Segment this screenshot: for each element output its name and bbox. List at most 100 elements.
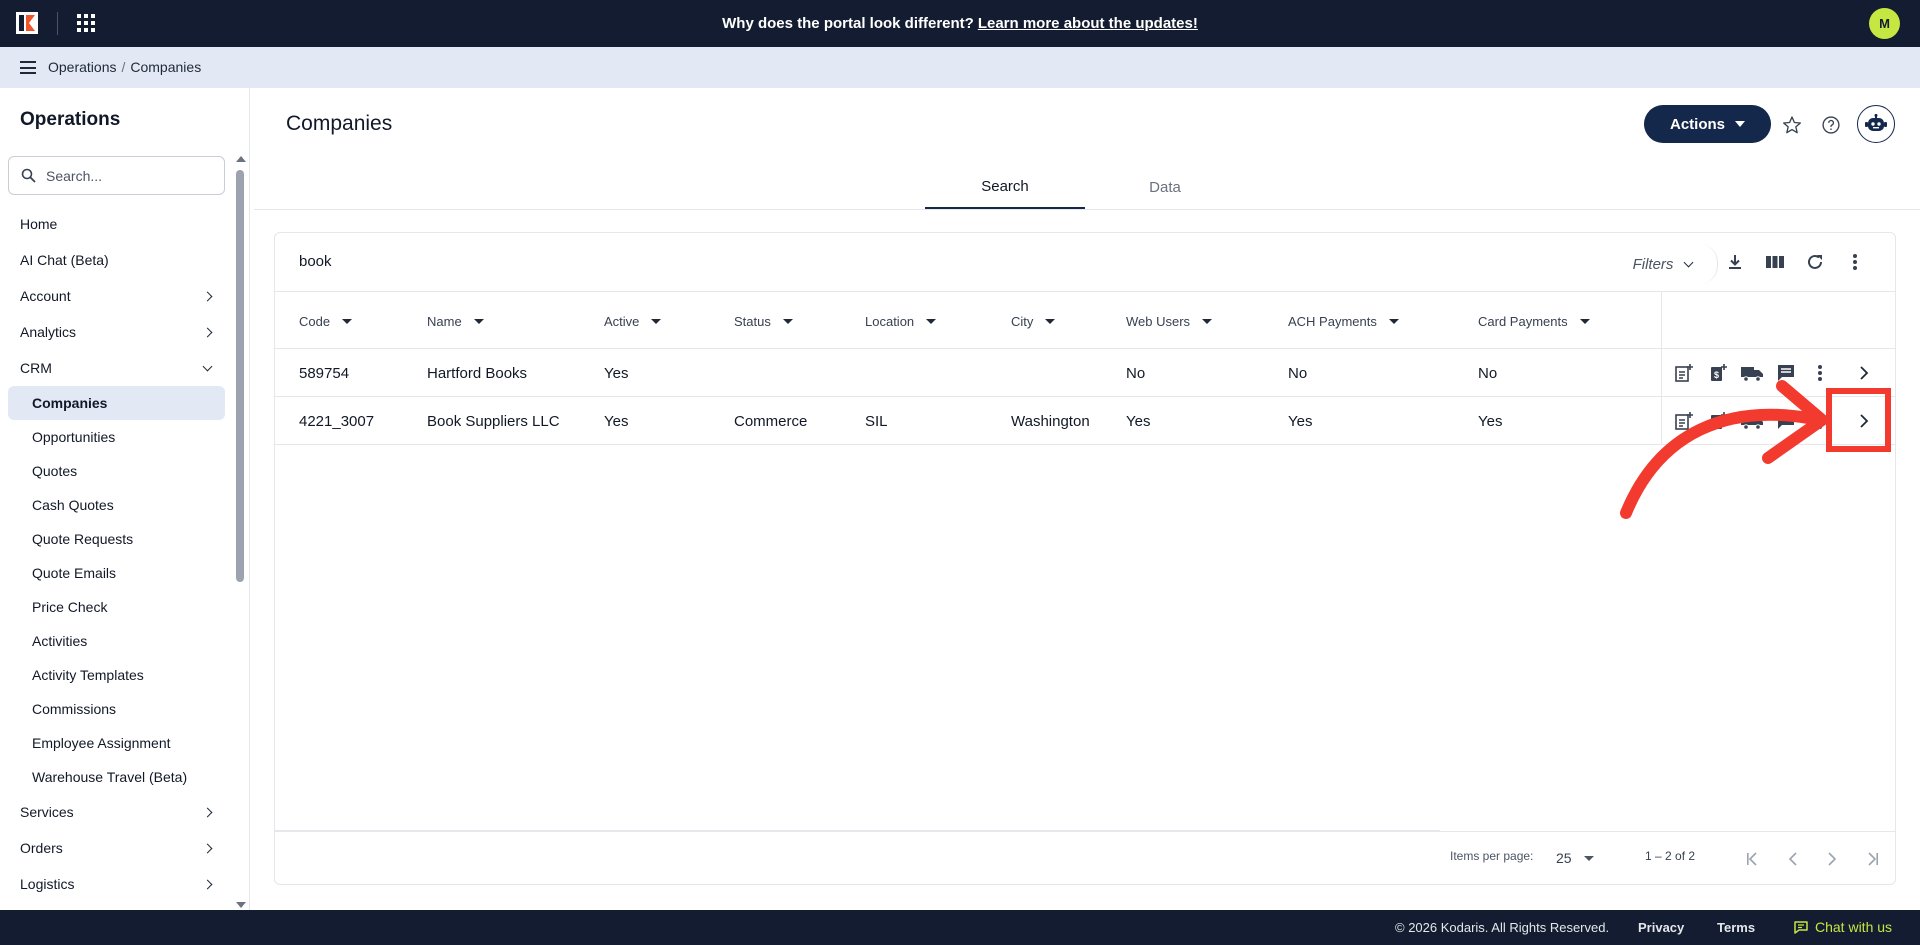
comment-icon[interactable]: [1773, 408, 1799, 434]
sidebar-item-companies[interactable]: Companies: [8, 386, 225, 420]
add-payment-icon[interactable]: $: [1705, 360, 1731, 386]
help-icon[interactable]: [1819, 113, 1843, 137]
chevron-right-icon[interactable]: [1851, 360, 1877, 386]
comment-icon[interactable]: [1773, 360, 1799, 386]
sidebar-item-commissions[interactable]: Commissions: [8, 692, 225, 726]
shipping-truck-icon[interactable]: [1739, 408, 1765, 434]
chat-with-us-button[interactable]: Chat with us: [1793, 919, 1892, 935]
banner-learn-more-link[interactable]: Learn more about the updates!: [978, 15, 1198, 32]
sidebar-item-ai-chat-beta[interactable]: AI Chat (Beta): [8, 242, 225, 278]
filters-dropdown[interactable]: Filters: [1608, 244, 1718, 284]
tab-data[interactable]: Data: [1085, 165, 1245, 209]
sidebar-item-account[interactable]: Account: [8, 278, 225, 314]
sidebar-item-analytics[interactable]: Analytics: [8, 314, 225, 350]
sidebar-item-cash-quotes[interactable]: Cash Quotes: [8, 488, 225, 522]
cell-ach-payments: No: [1288, 364, 1308, 382]
column-header-name[interactable]: Name: [427, 292, 484, 350]
terms-link[interactable]: Terms: [1717, 920, 1755, 935]
sidebar-item-activities[interactable]: Activities: [8, 624, 225, 658]
apps-grid-icon[interactable]: [77, 14, 95, 32]
table-row[interactable]: 589754 Hartford Books Yes No No No $: [275, 349, 1895, 397]
last-page-icon[interactable]: [1858, 845, 1886, 873]
column-header-ach-payments[interactable]: ACH Payments: [1288, 292, 1399, 350]
column-header-code[interactable]: Code: [299, 292, 353, 350]
sort-arrow-icon[interactable]: [1045, 318, 1056, 324]
svg-text:$: $: [1714, 370, 1719, 380]
column-header-active[interactable]: Active: [604, 292, 662, 350]
chevron-right-icon: [202, 807, 213, 817]
column-header-city[interactable]: City: [1011, 292, 1056, 350]
next-page-icon[interactable]: [1818, 845, 1846, 873]
sidebar-item-activity-templates[interactable]: Activity Templates: [8, 658, 225, 692]
sidebar-item-label: Analytics: [20, 324, 77, 340]
actions-button[interactable]: Actions: [1644, 105, 1771, 143]
first-page-icon[interactable]: [1739, 845, 1767, 873]
sidebar-item-employee-assignment[interactable]: Employee Assignment: [8, 726, 225, 760]
download-icon[interactable]: [1722, 249, 1748, 275]
column-header-location[interactable]: Location: [865, 292, 937, 350]
column-header-web-users[interactable]: Web Users: [1126, 292, 1213, 350]
tab-search[interactable]: Search: [925, 165, 1085, 209]
cell-location: SIL: [865, 412, 888, 430]
sidebar-item-crm[interactable]: CRM: [8, 350, 225, 386]
sort-arrow-icon[interactable]: [651, 318, 662, 324]
more-vert-icon[interactable]: [1842, 249, 1868, 275]
search-query-input[interactable]: book: [299, 253, 332, 270]
sidebar-item-label: Orders: [20, 840, 63, 856]
sort-arrow-icon[interactable]: [1388, 318, 1399, 324]
sidebar-search-input[interactable]: [46, 167, 206, 184]
sidebar-item-services[interactable]: Services: [8, 794, 225, 830]
sidebar-item-quote-requests[interactable]: Quote Requests: [8, 522, 225, 556]
sidebar-nav: Home AI Chat (Beta) Account Analytics CRM Com…: [8, 206, 225, 910]
sidebar-item-opportunities[interactable]: Opportunities: [8, 420, 225, 454]
items-per-page-select[interactable]: 25: [1556, 844, 1604, 872]
sidebar-item-orders[interactable]: Orders: [8, 830, 225, 866]
table-toolbar: [1722, 249, 1868, 279]
column-header-label: Status: [734, 313, 771, 329]
kodaris-logo[interactable]: [16, 12, 38, 34]
chevron-right-icon[interactable]: [1851, 408, 1877, 434]
sort-arrow-icon[interactable]: [782, 318, 793, 324]
columns-icon[interactable]: [1762, 249, 1788, 275]
refresh-icon[interactable]: [1802, 249, 1828, 275]
favorite-star-icon[interactable]: [1780, 113, 1804, 137]
breadcrumb: Operations / Companies: [48, 59, 202, 75]
more-vert-icon[interactable]: [1807, 360, 1833, 386]
ai-assistant-robot-icon[interactable]: [1857, 105, 1895, 143]
sidebar-item-label: Warehouse Travel (Beta): [32, 769, 188, 785]
add-note-icon[interactable]: [1671, 360, 1697, 386]
add-note-icon[interactable]: [1671, 408, 1697, 434]
sidebar-item-quote-emails[interactable]: Quote Emails: [8, 556, 225, 590]
column-header-label: City: [1011, 313, 1034, 329]
sidebar-item-home[interactable]: Home: [8, 206, 225, 242]
sort-arrow-icon[interactable]: [473, 318, 484, 324]
sidebar-item-customers[interactable]: Customers: [8, 902, 225, 910]
sidebar-scroll-thumb[interactable]: [236, 170, 244, 582]
table-row[interactable]: 4221_3007 Book Suppliers LLC Yes Commerce SI…: [275, 397, 1895, 445]
shipping-truck-icon[interactable]: [1739, 360, 1765, 386]
sort-arrow-icon[interactable]: [1202, 318, 1213, 324]
column-header-status[interactable]: Status: [734, 292, 793, 350]
column-header-card-payments[interactable]: Card Payments: [1478, 292, 1590, 350]
sidebar-item-warehouse-travel-beta[interactable]: Warehouse Travel (Beta): [8, 760, 225, 794]
add-payment-icon[interactable]: $: [1705, 408, 1731, 434]
tab-bar: Search Data: [254, 165, 1920, 210]
sidebar-scrollbar[interactable]: [233, 156, 246, 908]
sidebar-search[interactable]: [8, 156, 225, 195]
scroll-down-arrow-icon[interactable]: [236, 902, 246, 908]
previous-page-icon[interactable]: [1779, 845, 1807, 873]
sort-arrow-icon[interactable]: [926, 318, 937, 324]
user-avatar[interactable]: M: [1869, 8, 1900, 39]
privacy-link[interactable]: Privacy: [1638, 920, 1684, 935]
scroll-up-arrow-icon[interactable]: [236, 156, 246, 162]
sidebar-item-logistics[interactable]: Logistics: [8, 866, 225, 902]
sort-arrow-icon[interactable]: [342, 318, 353, 324]
cell-name: Book Suppliers LLC: [427, 412, 560, 430]
sidebar-item-quotes[interactable]: Quotes: [8, 454, 225, 488]
menu-icon[interactable]: [20, 61, 36, 74]
cell-city: Washington: [1011, 412, 1090, 430]
breadcrumb-operations[interactable]: Operations: [48, 59, 116, 75]
sidebar-item-price-check[interactable]: Price Check: [8, 590, 225, 624]
more-vert-icon[interactable]: [1807, 408, 1833, 434]
sort-arrow-icon[interactable]: [1579, 318, 1590, 324]
